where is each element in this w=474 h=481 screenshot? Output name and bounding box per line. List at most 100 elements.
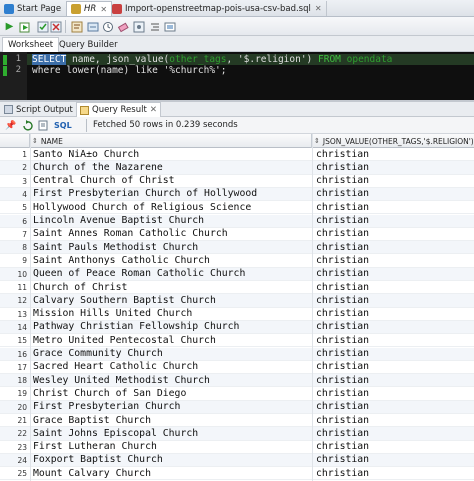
autotrace-icon[interactable] xyxy=(86,20,99,33)
cell-name[interactable]: Church of Christ xyxy=(33,282,311,293)
column-header-religion[interactable]: ⇕ JSON_VALUE(OTHER_TAGS,'$.RELIGION') xyxy=(312,134,474,148)
cell-religion[interactable]: christian xyxy=(316,162,472,173)
cell-religion[interactable]: christian xyxy=(316,415,472,426)
table-row[interactable]: 22 Saint Johns Episcopal Church christian xyxy=(0,427,474,441)
tab-worksheet[interactable]: Worksheet xyxy=(2,37,60,52)
tab-query-builder[interactable]: Query Builder xyxy=(54,37,123,52)
table-row[interactable]: 14 Pathway Christian Fellowship Church chr… xyxy=(0,320,474,335)
results-grid[interactable]: ⇕ NAME ⇕ JSON_VALUE(OTHER_TAGS,'$.RELIGI… xyxy=(0,134,474,481)
column-header-name[interactable]: ⇕ NAME xyxy=(30,134,312,148)
table-row[interactable]: 6 Lincoln Avenue Baptist Church christian xyxy=(0,214,474,228)
export-icon[interactable] xyxy=(38,119,49,132)
cell-name[interactable]: Saint Annes Roman Catholic Church xyxy=(33,228,311,239)
cell-name[interactable]: Saint Anthonys Catholic Church xyxy=(33,255,311,266)
cell-religion[interactable]: christian xyxy=(316,321,472,332)
table-row[interactable]: 16 Grace Community Church christian xyxy=(0,347,474,361)
cell-name[interactable]: Saint Johns Episcopal Church xyxy=(33,428,311,439)
commit-icon[interactable] xyxy=(36,20,49,33)
cell-religion[interactable]: christian xyxy=(316,468,472,479)
cell-religion[interactable]: christian xyxy=(316,175,472,186)
history-icon[interactable] xyxy=(101,20,114,33)
sort-icon[interactable]: ⇕ xyxy=(32,137,38,145)
code-line-2[interactable]: where lower(name) like '%church%'; xyxy=(32,65,227,76)
cell-religion[interactable]: christian xyxy=(316,215,472,226)
table-row[interactable]: 20 First Presbyterian Church christian xyxy=(0,400,474,414)
table-row[interactable]: 15 Metro United Pentecostal Church christi… xyxy=(0,334,474,348)
sql-tuning-icon[interactable] xyxy=(132,20,145,33)
cell-name[interactable]: Santo NiÃ±o Church xyxy=(33,149,311,160)
run-script-icon[interactable] xyxy=(18,20,31,33)
cell-religion[interactable]: christian xyxy=(316,348,472,359)
cell-name[interactable]: Hollywood Church of Religious Science xyxy=(33,202,311,213)
sql-editor[interactable]: 1 2 SELECT name, json_value(other_tags, … xyxy=(0,52,474,100)
cell-religion[interactable]: christian xyxy=(316,361,472,372)
cell-name[interactable]: Pathway Christian Fellowship Church xyxy=(33,321,311,332)
rollback-icon[interactable] xyxy=(49,20,62,33)
cell-name[interactable]: First Presbyterian Church of Hollywood xyxy=(33,188,311,199)
cell-religion[interactable]: christian xyxy=(316,268,472,279)
sort-icon[interactable]: ⇕ xyxy=(314,137,320,145)
table-row[interactable]: 11 Church of Christ christian xyxy=(0,281,474,295)
table-row[interactable]: 7 Saint Annes Roman Catholic Church christ… xyxy=(0,228,474,242)
pin-icon[interactable]: 📌 xyxy=(5,119,16,132)
cell-religion[interactable]: christian xyxy=(316,428,472,439)
close-icon[interactable]: ✕ xyxy=(315,4,322,13)
cell-name[interactable]: Saint Pauls Methodist Church xyxy=(33,242,311,253)
table-row[interactable]: 3 Central Church of Christ christian xyxy=(0,175,474,188)
cell-religion[interactable]: christian xyxy=(316,228,472,239)
table-row[interactable]: 2 Church of the Nazarene christian xyxy=(0,161,474,175)
table-row[interactable]: 21 Grace Baptist Church christian xyxy=(0,414,474,428)
cell-religion[interactable]: christian xyxy=(316,255,472,266)
close-icon[interactable]: ✕ xyxy=(150,105,157,115)
table-row[interactable]: 10 Queen of Peace Roman Catholic Church ch… xyxy=(0,267,474,281)
run-statement-icon[interactable]: ▶ xyxy=(3,20,16,33)
cell-name[interactable]: Grace Community Church xyxy=(33,348,311,359)
table-row[interactable]: 19 Christ Church of San Diego christian xyxy=(0,387,474,401)
tab-script-output[interactable]: Script Output ✕ xyxy=(1,102,86,117)
tab-hr[interactable]: HR ✕ xyxy=(66,1,113,16)
cell-name[interactable]: Mission Hills United Church xyxy=(33,308,311,319)
table-row[interactable]: 13 Mission Hills United Church christian xyxy=(0,308,474,321)
format-icon[interactable] xyxy=(148,20,161,33)
cell-name[interactable]: Grace Baptist Church xyxy=(33,415,311,426)
cell-religion[interactable]: christian xyxy=(316,242,472,253)
unshared-sql-icon[interactable] xyxy=(163,20,176,33)
cell-religion[interactable]: christian xyxy=(316,401,472,412)
table-row[interactable]: 18 Wesley United Methodist Church christia… xyxy=(0,374,474,388)
table-row[interactable]: 24 Foxport Baptist Church christian xyxy=(0,453,474,468)
cell-religion[interactable]: christian xyxy=(316,149,472,160)
cell-name[interactable]: Christ Church of San Diego xyxy=(33,388,311,399)
cell-name[interactable]: Mount Calvary Church xyxy=(33,468,311,479)
cell-name[interactable]: Sacred Heart Catholic Church xyxy=(33,361,311,372)
cell-name[interactable]: First Presbyterian Church xyxy=(33,401,311,412)
cell-religion[interactable]: christian xyxy=(316,335,472,346)
table-row[interactable]: 12 Calvary Southern Baptist Church christi… xyxy=(0,294,474,308)
cell-name[interactable]: Queen of Peace Roman Catholic Church xyxy=(33,268,311,279)
code-line-1[interactable]: SELECT name, json_value(other_tags, '$.r… xyxy=(27,54,474,65)
cell-name[interactable]: Calvary Southern Baptist Church xyxy=(33,295,311,306)
cell-religion[interactable]: christian xyxy=(316,454,472,465)
table-row[interactable]: 25 Mount Calvary Church christian xyxy=(0,467,474,481)
cell-name[interactable]: Metro United Pentecostal Church xyxy=(33,335,311,346)
table-row[interactable]: 5 Hollywood Church of Religious Science ch… xyxy=(0,201,474,215)
table-row[interactable]: 8 Saint Pauls Methodist Church christian xyxy=(0,241,474,255)
cell-name[interactable]: Lincoln Avenue Baptist Church xyxy=(33,215,311,226)
tab-query-result[interactable]: Query Result ✕ xyxy=(76,102,161,117)
tab-sql-file[interactable]: Import-openstreetmap-pois-usa-csv-bad.sq… xyxy=(108,1,327,16)
table-row[interactable]: 9 Saint Anthonys Catholic Church christian xyxy=(0,254,474,268)
close-icon[interactable]: ✕ xyxy=(100,5,107,14)
refresh-icon[interactable] xyxy=(22,119,33,132)
eraser-icon[interactable] xyxy=(116,20,129,33)
cell-religion[interactable]: christian xyxy=(316,295,472,306)
cell-religion[interactable]: christian xyxy=(316,375,472,386)
cell-name[interactable]: Wesley United Methodist Church xyxy=(33,375,311,386)
cell-name[interactable]: Church of the Nazarene xyxy=(33,162,311,173)
cell-name[interactable]: Central Church of Christ xyxy=(33,175,311,186)
table-row[interactable]: 23 First Lutheran Church christian xyxy=(0,441,474,454)
cell-religion[interactable]: christian xyxy=(316,388,472,399)
cell-religion[interactable]: christian xyxy=(316,308,472,319)
sql-button[interactable]: SQL xyxy=(54,119,72,132)
cell-religion[interactable]: christian xyxy=(316,188,472,199)
explain-plan-icon[interactable] xyxy=(70,20,83,33)
cell-religion[interactable]: christian xyxy=(316,282,472,293)
